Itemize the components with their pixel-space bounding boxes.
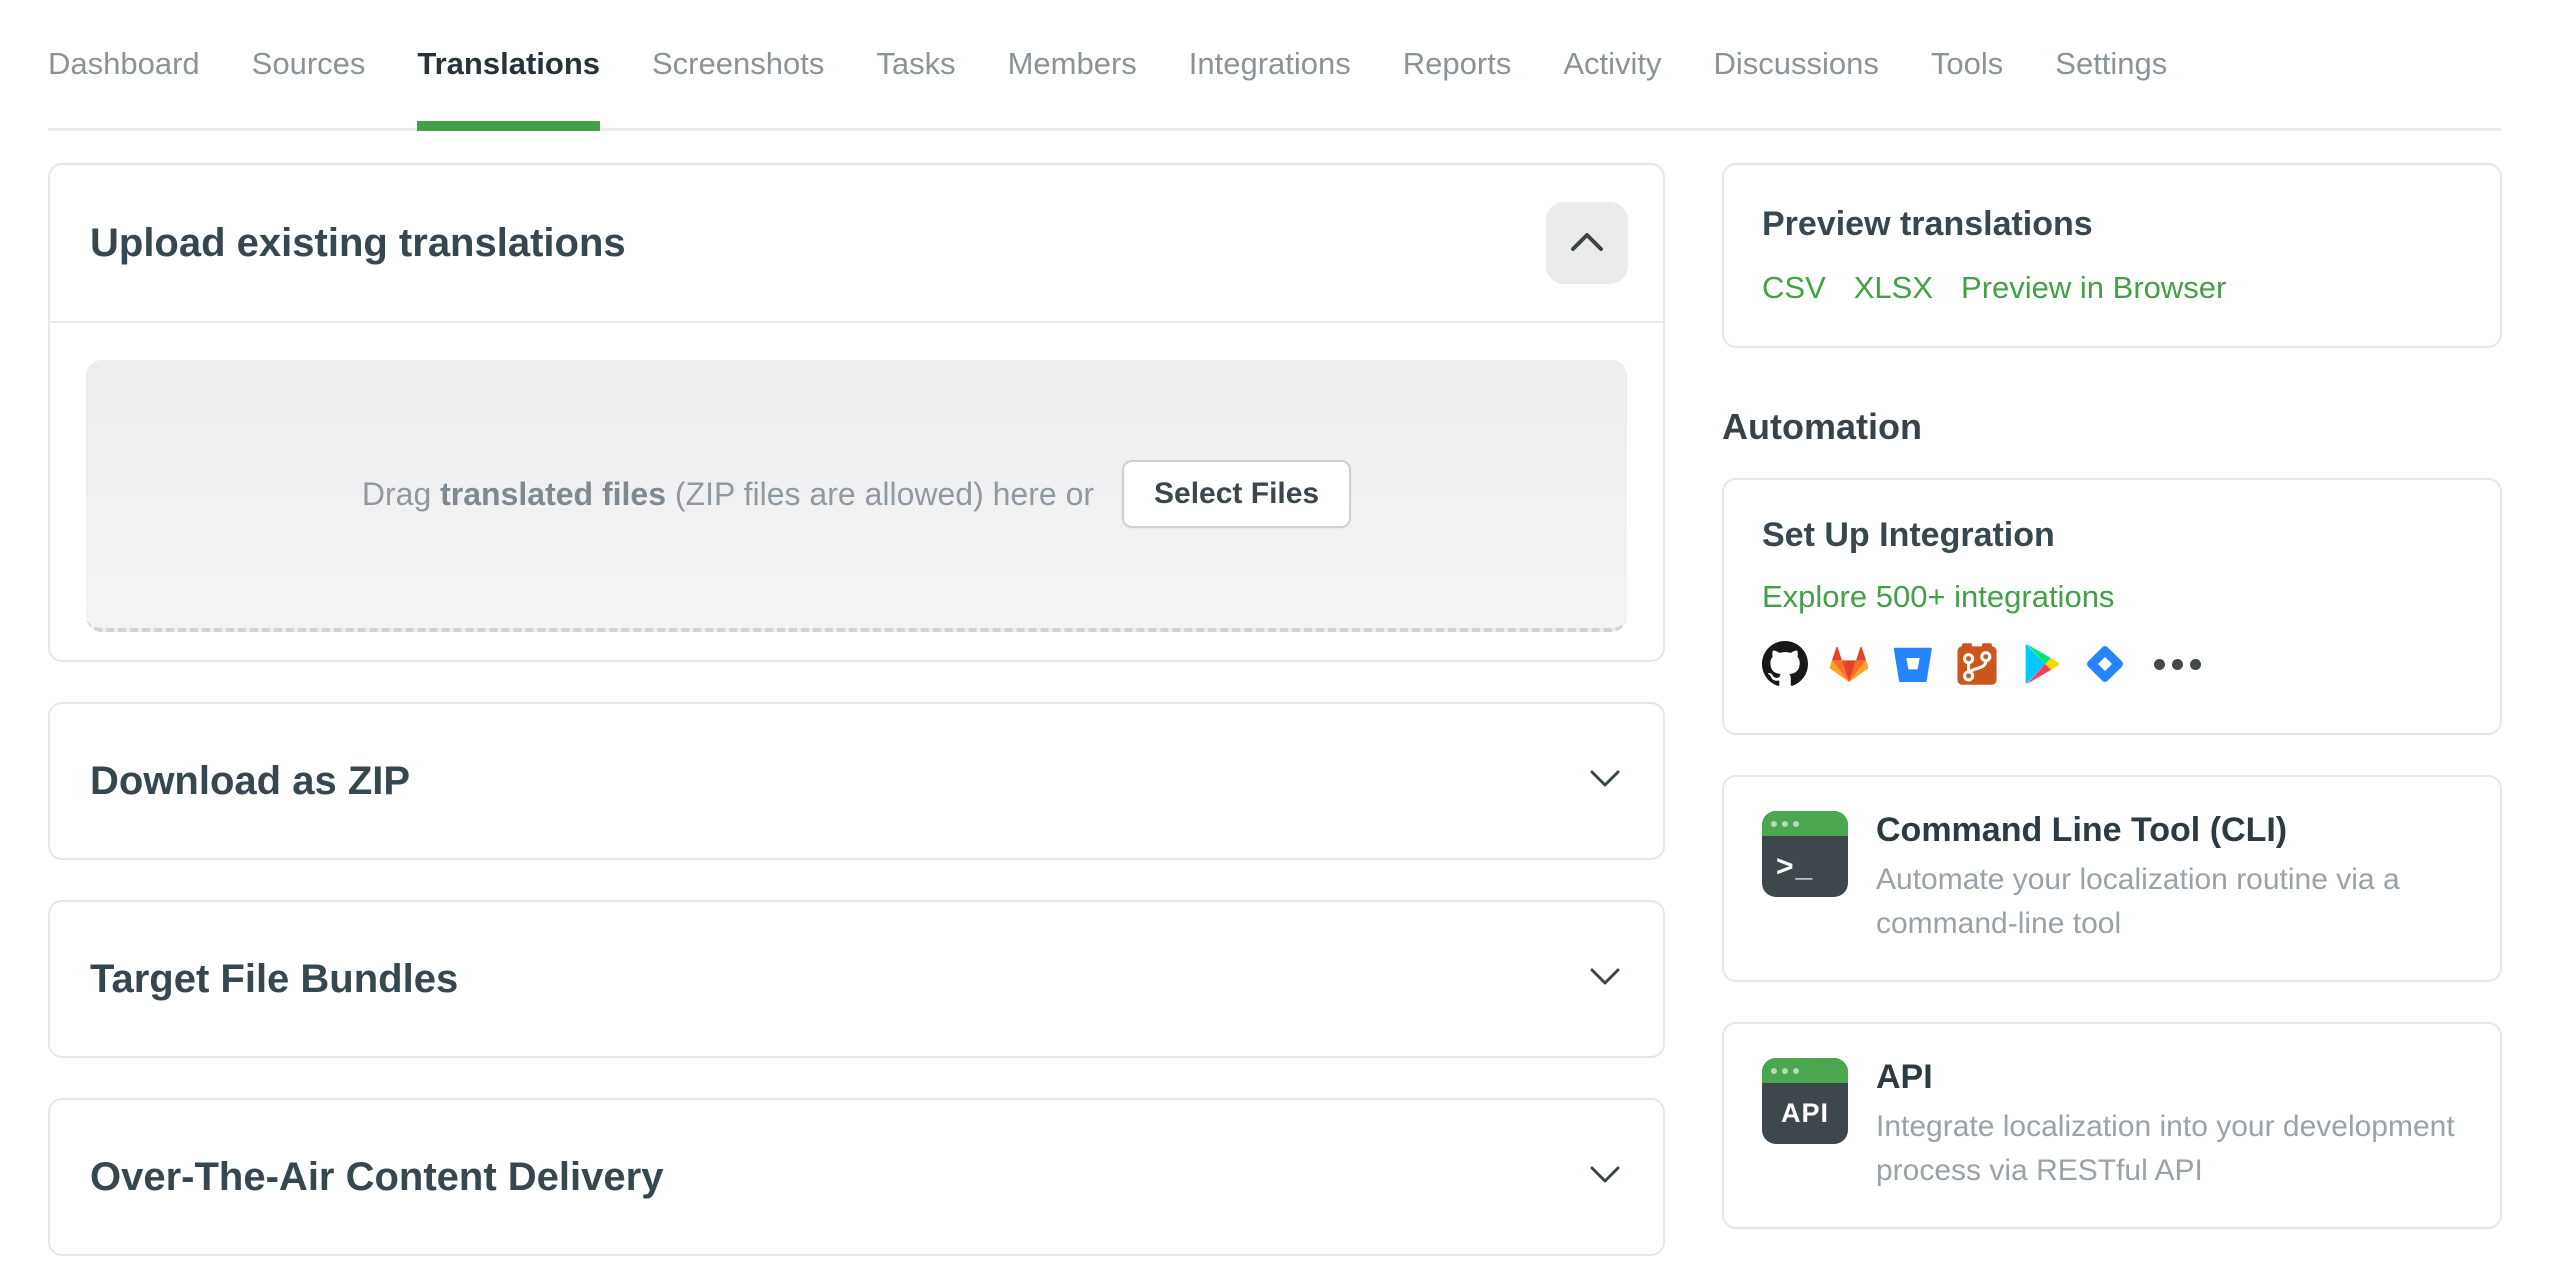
preview-in-browser-link[interactable]: Preview in Browser (1961, 270, 2226, 306)
api-card-text: API Integrate localization into your dev… (1876, 1058, 2462, 1193)
tab-integrations[interactable]: Integrations (1189, 0, 1351, 128)
more-integrations-icon[interactable] (2154, 658, 2201, 670)
cli-tool-card[interactable]: >_ Command Line Tool (CLI) Automate your… (1722, 775, 2502, 982)
upload-card-header: Upload existing translations (50, 165, 1663, 323)
api-card-description: Integrate localization into your develop… (1876, 1110, 2455, 1187)
tab-activity[interactable]: Activity (1563, 0, 1661, 128)
git-icon[interactable] (1954, 641, 2000, 687)
target-file-bundles-title: Target File Bundles (90, 956, 459, 1001)
tab-screenshots[interactable]: Screenshots (652, 0, 824, 128)
terminal-icon: >_ (1762, 811, 1848, 897)
download-as-zip-card[interactable]: Download as ZIP (48, 702, 1665, 860)
chevron-down-icon (1590, 968, 1620, 991)
api-card-title: API (1876, 1058, 1933, 1096)
github-icon[interactable] (1762, 641, 1808, 687)
tab-sources[interactable]: Sources (252, 0, 366, 128)
upload-card-body: Drag translated files (ZIP files are all… (50, 323, 1663, 660)
xlsx-link[interactable]: XLSX (1854, 270, 1933, 306)
over-the-air-title: Over-The-Air Content Delivery (90, 1154, 664, 1199)
gitlab-icon[interactable] (1826, 641, 1872, 687)
cli-card-description: Automate your localization routine via a… (1876, 863, 2400, 940)
cli-card-title: Command Line Tool (CLI) (1876, 811, 2288, 849)
tab-discussions[interactable]: Discussions (1714, 0, 1879, 128)
google-play-icon[interactable] (2018, 641, 2064, 687)
tab-dashboard[interactable]: Dashboard (48, 0, 200, 128)
collapse-section-button[interactable] (1546, 202, 1628, 284)
bitbucket-icon[interactable] (1890, 641, 1936, 687)
project-tab-bar: Dashboard Sources Translations Screensho… (48, 0, 2502, 131)
preview-translations-title: Preview translations (1762, 205, 2093, 243)
select-files-button[interactable]: Select Files (1122, 460, 1352, 528)
translations-main-column: Upload existing translations Drag transl… (48, 163, 1665, 1256)
file-dropzone[interactable]: Drag translated files (ZIP files are all… (86, 360, 1627, 632)
translations-sidebar: Preview translations CSV XLSX Preview in… (1722, 163, 2502, 1256)
api-icon: API (1762, 1058, 1848, 1144)
tab-members[interactable]: Members (1008, 0, 1137, 128)
terminal-prompt-glyph: >_ (1776, 849, 1815, 883)
chevron-up-icon (1570, 232, 1604, 255)
preview-translations-card: Preview translations CSV XLSX Preview in… (1722, 163, 2502, 348)
tab-reports[interactable]: Reports (1403, 0, 1512, 128)
chevron-down-icon (1590, 770, 1620, 793)
api-card[interactable]: API API Integrate localization into your… (1722, 1022, 2502, 1229)
upload-existing-translations-card: Upload existing translations Drag transl… (48, 163, 1665, 662)
automation-section-heading: Automation (1722, 406, 1922, 447)
over-the-air-content-delivery-card[interactable]: Over-The-Air Content Delivery (48, 1098, 1665, 1256)
chevron-down-icon (1590, 1166, 1620, 1189)
tab-tools[interactable]: Tools (1931, 0, 2003, 128)
cli-card-text: Command Line Tool (CLI) Automate your lo… (1876, 811, 2462, 946)
set-up-integration-card: Set Up Integration Explore 500+ integrat… (1722, 478, 2502, 735)
tab-tasks[interactable]: Tasks (876, 0, 955, 128)
set-up-integration-title: Set Up Integration (1762, 516, 2055, 554)
explore-integrations-link[interactable]: Explore 500+ integrations (1762, 579, 2114, 615)
dropzone-instructions: Drag translated files (ZIP files are all… (361, 475, 1095, 512)
dropzone-bold-text: translated files (440, 475, 666, 512)
integration-logos-row (1762, 641, 2462, 687)
tab-settings[interactable]: Settings (2055, 0, 2167, 128)
target-file-bundles-card[interactable]: Target File Bundles (48, 900, 1665, 1058)
download-as-zip-title: Download as ZIP (90, 758, 411, 803)
csv-link[interactable]: CSV (1762, 270, 1826, 306)
upload-card-title: Upload existing translations (90, 220, 626, 265)
api-icon-label: API (1780, 1098, 1829, 1128)
tab-translations[interactable]: Translations (417, 0, 600, 131)
preview-links-row: CSV XLSX Preview in Browser (1762, 270, 2462, 306)
jira-icon[interactable] (2082, 641, 2128, 687)
